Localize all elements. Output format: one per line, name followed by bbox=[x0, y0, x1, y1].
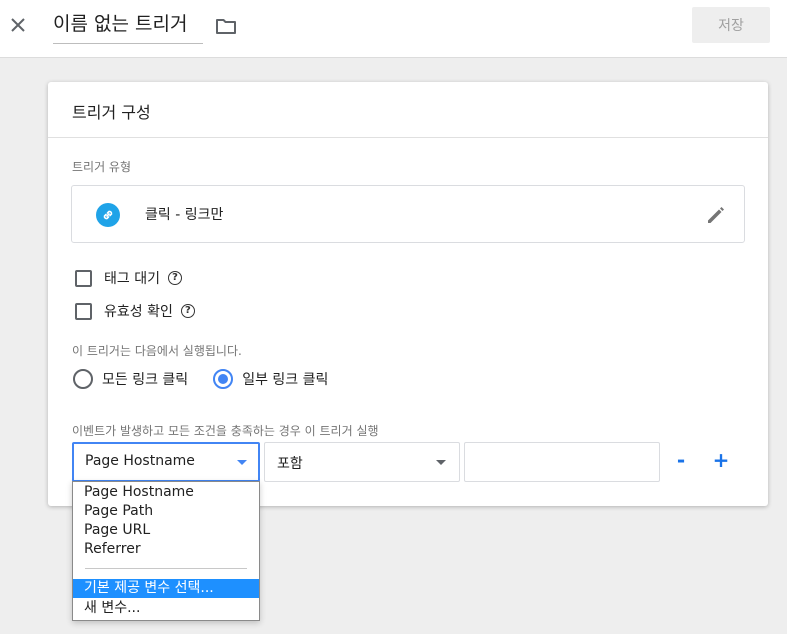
operator-select[interactable]: 포함 bbox=[264, 442, 460, 482]
close-icon bbox=[11, 18, 25, 32]
close-button[interactable] bbox=[6, 13, 30, 37]
dropdown-divider bbox=[85, 568, 247, 569]
fires-on-label: 이 트리거는 다음에서 실행됩니다. bbox=[72, 344, 242, 358]
chevron-down-icon bbox=[237, 460, 247, 465]
trigger-name: 이름 없는 트리거 bbox=[53, 13, 188, 35]
dropdown-option-page-path[interactable]: Page Path bbox=[73, 502, 259, 521]
folder-button[interactable] bbox=[214, 14, 238, 38]
wait-for-tags-option[interactable]: 태그 대기 ? bbox=[75, 268, 182, 288]
trigger-type-box[interactable]: 클릭 - 링크만 bbox=[71, 185, 745, 243]
card-header: 트리거 구성 bbox=[48, 82, 768, 138]
add-condition-button[interactable]: + bbox=[709, 448, 733, 472]
some-link-clicks-radio[interactable] bbox=[213, 369, 234, 389]
dropdown-option-new-variable[interactable]: 새 변수... bbox=[73, 599, 259, 618]
chevron-down-icon bbox=[436, 460, 446, 465]
top-bar: 이름 없는 트리거 저장 bbox=[0, 0, 787, 58]
wait-for-tags-label: 태그 대기 bbox=[104, 271, 160, 287]
trigger-config-card: 트리거 구성 트리거 유형 클릭 - 링크만 태그 대기 ? 유효성 확인 ? … bbox=[48, 82, 768, 506]
dropdown-option-referrer[interactable]: Referrer bbox=[73, 540, 259, 559]
variable-select-value: Page Hostname bbox=[85, 453, 195, 469]
remove-condition-button[interactable]: - bbox=[669, 448, 693, 472]
operator-select-value: 포함 bbox=[277, 456, 303, 472]
save-button[interactable]: 저장 bbox=[692, 7, 770, 43]
pencil-icon bbox=[708, 207, 724, 223]
card-title: 트리거 구성 bbox=[72, 103, 151, 122]
trigger-type-label: 트리거 유형 bbox=[72, 160, 132, 174]
trigger-type-name: 클릭 - 링크만 bbox=[145, 207, 224, 223]
some-link-clicks-label: 일부 링크 클릭 bbox=[242, 372, 329, 388]
folder-icon bbox=[216, 19, 236, 34]
check-validation-option[interactable]: 유효성 확인 ? bbox=[75, 301, 195, 321]
check-validation-checkbox[interactable] bbox=[75, 302, 92, 320]
condition-value-input[interactable] bbox=[464, 442, 660, 482]
check-validation-label: 유효성 확인 bbox=[104, 304, 173, 320]
dropdown-option-page-url[interactable]: Page URL bbox=[73, 521, 259, 540]
edit-trigger-type-button[interactable] bbox=[704, 203, 728, 227]
trigger-name-field[interactable]: 이름 없는 트리거 bbox=[53, 9, 203, 44]
dropdown-option-page-hostname[interactable]: Page Hostname bbox=[73, 483, 259, 502]
help-icon[interactable]: ? bbox=[180, 304, 195, 318]
condition-label: 이벤트가 발생하고 모든 조건을 충족하는 경우 이 트리거 실행 bbox=[72, 424, 379, 438]
dropdown-option-builtin-variables[interactable]: 기본 제공 변수 선택... bbox=[73, 579, 259, 598]
wait-for-tags-checkbox[interactable] bbox=[75, 269, 92, 287]
all-link-clicks-label: 모든 링크 클릭 bbox=[102, 372, 189, 388]
variable-dropdown-list: Page Hostname Page Path Page URL Referre… bbox=[72, 481, 260, 621]
help-icon[interactable]: ? bbox=[167, 271, 182, 285]
all-link-clicks-radio[interactable] bbox=[73, 369, 93, 389]
fires-on-options: 모든 링크 클릭 일부 링크 클릭 bbox=[73, 369, 328, 389]
variable-select[interactable]: Page Hostname bbox=[72, 442, 260, 482]
link-icon bbox=[96, 203, 120, 227]
